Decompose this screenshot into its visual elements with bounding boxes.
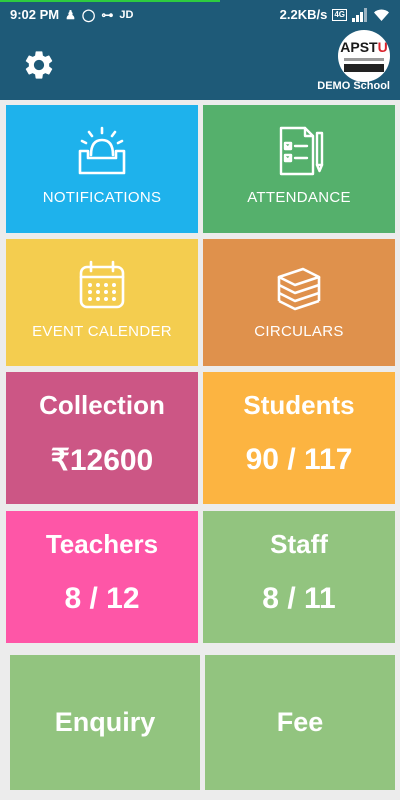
stack-icon <box>277 267 321 311</box>
students-tile[interactable]: Students 90 / 117 <box>203 372 395 504</box>
logo-text: APSTU <box>340 39 388 55</box>
attendance-tile[interactable]: ATTENDANCE <box>203 105 395 233</box>
loading-progress-bar <box>0 0 220 2</box>
staff-tile[interactable]: Staff 8 / 11 <box>203 511 395 643</box>
app-header: APSTU DEMO School <box>0 30 400 100</box>
event-calendar-label: EVENT CALENDER <box>32 323 172 340</box>
fee-tile[interactable]: Fee <box>205 655 395 790</box>
event-calendar-tile[interactable]: EVENT CALENDER <box>6 239 198 366</box>
enquiry-title: Enquiry <box>54 707 156 737</box>
ant-icon: ♟ <box>65 7 76 22</box>
status-bar-left: 9:02 PM ♟ ◯ ⊶ JD <box>10 7 133 22</box>
notifications-tile[interactable]: NOTIFICATIONS <box>6 105 198 233</box>
circulars-label: CIRCULARS <box>254 323 344 340</box>
status-bar-right: 2.2KB/s 4G <box>280 7 390 22</box>
attendance-label: ATTENDANCE <box>247 189 351 206</box>
gear-icon[interactable] <box>22 48 56 82</box>
teachers-title: Teachers <box>45 529 159 559</box>
status-bar: 9:02 PM ♟ ◯ ⊶ JD 2.2KB/s 4G <box>0 0 400 30</box>
status-carrier: JD <box>119 8 134 21</box>
vowifi-icon: ⊶ <box>101 7 114 22</box>
signal-icon <box>352 7 367 22</box>
logo-subtitle-bar <box>344 58 384 61</box>
status-network-speed: 2.2KB/s <box>279 7 328 22</box>
collection-value: ₹12600 <box>50 444 154 477</box>
fee-title: Fee <box>276 707 324 737</box>
school-name: DEMO School <box>317 80 390 92</box>
students-value: 90 / 117 <box>245 443 353 476</box>
whatsapp-icon: ◯ <box>81 7 96 22</box>
staff-value: 8 / 11 <box>262 582 336 615</box>
teachers-value: 8 / 12 <box>64 582 140 615</box>
enquiry-tile[interactable]: Enquiry <box>10 655 200 790</box>
bell-icon <box>78 126 126 175</box>
logo-ribbon <box>344 64 384 72</box>
staff-title: Staff <box>270 529 328 559</box>
collection-title: Collection <box>39 390 165 420</box>
wifi-icon <box>374 9 389 21</box>
checklist-icon <box>279 126 324 176</box>
status-network-type: 4G <box>332 8 347 21</box>
calendar-icon <box>79 260 125 309</box>
teachers-tile[interactable]: Teachers 8 / 12 <box>6 511 198 643</box>
circulars-tile[interactable]: CIRCULARS <box>203 239 395 366</box>
students-title: Students <box>243 390 355 420</box>
collection-tile[interactable]: Collection ₹12600 <box>6 372 198 504</box>
notifications-label: NOTIFICATIONS <box>42 189 162 206</box>
school-logo: APSTU <box>338 30 390 82</box>
status-time: 9:02 PM <box>10 7 60 22</box>
